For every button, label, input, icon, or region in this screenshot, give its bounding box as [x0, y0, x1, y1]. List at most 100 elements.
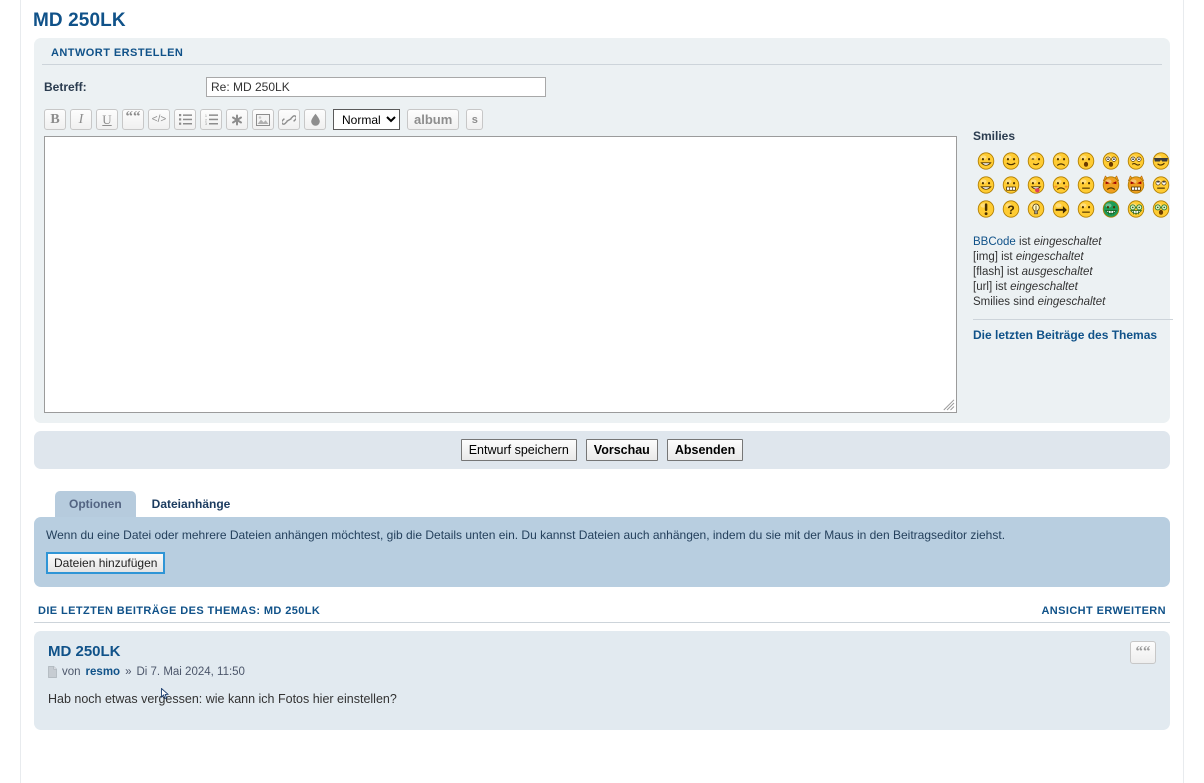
smilie-question[interactable]: ? [998, 197, 1023, 221]
tab-optionen[interactable]: Optionen [55, 491, 136, 517]
bbcode-info-pre-4: Smilies sind [973, 296, 1038, 308]
underline-button[interactable]: U [96, 109, 118, 130]
smilie-laughing[interactable] [973, 173, 998, 197]
expand-view-link[interactable]: ANSICHT ERWEITERN [1041, 605, 1166, 617]
smilie-confused[interactable] [1123, 149, 1148, 173]
code-button[interactable]: </> [148, 109, 170, 130]
bbcode-info-pre-2: [flash] ist [973, 266, 1022, 278]
bbcode-info-pre-1: [img] ist [973, 251, 1016, 263]
bbcode-info-em-1: eingeschaltet [1015, 251, 1084, 263]
subject-input[interactable] [206, 77, 546, 97]
message-textarea[interactable] [44, 136, 957, 413]
asterisk-icon [232, 114, 242, 125]
image-icon [256, 113, 270, 126]
smilie-cool[interactable] [1148, 149, 1173, 173]
mouse-cursor-artifact [161, 688, 169, 699]
svg-text:3: 3 [205, 122, 207, 125]
bbcode-info-pre-3: [url] ist [973, 281, 1011, 293]
post-body: Hab noch etwas vergessen: wie kann ich F… [48, 692, 397, 706]
bbcode-info-mid-0: ist [1015, 236, 1034, 248]
bbcode-info: BBCode ist eingeschaltet [img] ist einge… [973, 235, 1173, 310]
smilie-sad[interactable] [1048, 149, 1073, 173]
page-gutter-right [1183, 0, 1184, 783]
numbered-list-icon: 1 2 3 [205, 114, 218, 125]
attachments-description: Wenn du eine Datei oder mehrere Dateien … [46, 528, 1006, 542]
post-author[interactable]: resmo [86, 666, 121, 678]
quote-button[interactable]: ““ [122, 109, 144, 130]
smilie-embarrassed[interactable] [1048, 173, 1073, 197]
bbcode-info-em-3: eingeschaltet [1010, 281, 1078, 293]
add-files-button[interactable]: Dateien hinzufügen [46, 552, 166, 574]
smilie-neutral[interactable] [1073, 173, 1098, 197]
bbcode-link[interactable]: BBCode [973, 236, 1016, 248]
reply-panel: ANTWORT ERSTELLEN Betreff: B I U ““ </> [34, 38, 1173, 423]
smilie-arrow[interactable] [1048, 197, 1073, 221]
smilies-divider [973, 319, 1173, 320]
album-button[interactable]: album [407, 109, 460, 130]
post-meta-prefix: von [62, 666, 81, 678]
smilie-mad[interactable] [998, 173, 1023, 197]
post-quote-button[interactable]: ““ [1130, 641, 1156, 664]
message-wrapper [44, 136, 957, 413]
smilie-idea[interactable] [1023, 197, 1048, 221]
submit-button[interactable]: Absenden [666, 439, 744, 461]
spoiler-button[interactable]: s [466, 109, 484, 130]
smilie-twisted[interactable] [1123, 173, 1148, 197]
smilie-grin[interactable] [973, 149, 998, 173]
submit-bar: Entwurf speichern Vorschau Absenden [34, 431, 1170, 469]
insert-image-button[interactable] [252, 109, 274, 130]
smilies-title: Smilies [973, 129, 1016, 143]
post-item: ““ MD 250LK von resmo » Di 7. Mai 2024, … [34, 631, 1170, 730]
unordered-list-button[interactable] [174, 109, 196, 130]
save-draft-button[interactable]: Entwurf speichern [460, 439, 577, 461]
list-icon [178, 114, 192, 125]
post-date: Di 7. Mai 2024, 11:50 [136, 666, 245, 678]
post-meta: von resmo » Di 7. Mai 2024, 11:50 [48, 666, 1156, 678]
bold-button[interactable]: B [44, 109, 66, 130]
panel-tabs: Optionen Dateianhänge [55, 491, 1183, 517]
bbcode-info-line-1: [img] ist eingeschaltet [973, 250, 1173, 265]
subject-label: Betreff: [44, 80, 87, 94]
smilie-rolleyes[interactable] [1148, 173, 1173, 197]
smilie-geek[interactable] [1123, 197, 1148, 221]
last-posts-header-title: DIE LETZTEN BEITRÄGE DES THEMAS: MD 250L… [38, 605, 321, 617]
page-root: MD 250LK ANTWORT ERSTELLEN Betreff: B I … [0, 0, 1204, 783]
smilie-evil[interactable] [1098, 173, 1123, 197]
bbcode-info-em-4: eingeschaltet [1037, 296, 1106, 308]
font-size-select[interactable]: Normal [333, 109, 400, 130]
smilie-neutral2[interactable] [1073, 197, 1098, 221]
color-drop-icon [310, 113, 320, 126]
link-icon [282, 114, 296, 125]
attachments-panel: Wenn du eine Datei oder mehrere Dateien … [34, 517, 1170, 587]
post-file-icon [48, 666, 57, 678]
smilie-green-grin[interactable] [1098, 197, 1123, 221]
smilie-shocked[interactable] [1098, 149, 1123, 173]
bbcode-info-line-2: [flash] ist ausgeschaltet [973, 265, 1173, 280]
editor-area: B I U ““ </> 1 2 3 Normal album s Smilie… [34, 107, 1173, 417]
smilie-ugeek[interactable] [1148, 197, 1173, 221]
smilie-smile[interactable] [998, 149, 1023, 173]
last-posts-link[interactable]: Die letzten Beiträge des Themas [973, 328, 1157, 342]
smilies-grid: ? [973, 149, 1173, 221]
font-color-button[interactable] [304, 109, 326, 130]
ordered-list-button[interactable]: 1 2 3 [200, 109, 222, 130]
svg-text:?: ? [1007, 203, 1015, 217]
bbcode-info-em-0: eingeschaltet [1033, 236, 1102, 248]
page-title: MD 250LK [33, 10, 126, 31]
insert-link-button[interactable] [278, 109, 300, 130]
list-item-button[interactable] [226, 109, 248, 130]
smilie-razz[interactable] [1023, 173, 1048, 197]
smilie-exclaim[interactable] [973, 197, 998, 221]
bbcode-info-line-4: Smilies sind eingeschaltet [973, 295, 1173, 310]
preview-button[interactable]: Vorschau [585, 439, 658, 461]
subject-row: Betreff: [34, 65, 1170, 107]
bbcode-toolbar: B I U ““ </> 1 2 3 Normal album s [44, 107, 957, 136]
smilie-surprised[interactable] [1073, 149, 1098, 173]
bbcode-info-line-3: [url] ist eingeschaltet [973, 280, 1173, 295]
italic-button[interactable]: I [70, 109, 92, 130]
smilie-wink[interactable] [1023, 149, 1048, 173]
bbcode-info-em-2: ausgeschaltet [1021, 266, 1093, 278]
post-meta-separator: » [125, 666, 132, 678]
bbcode-info-line-0: BBCode ist eingeschaltet [973, 235, 1173, 250]
tab-dateianhaenge[interactable]: Dateianhänge [137, 491, 245, 517]
